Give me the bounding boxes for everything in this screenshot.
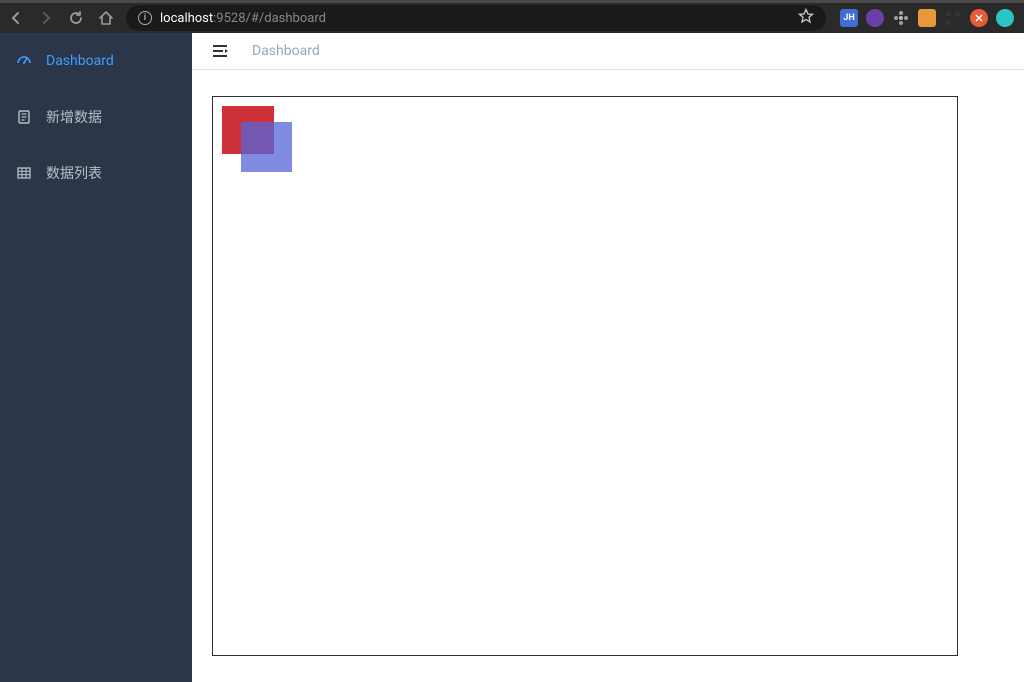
sidebar-item-data-list[interactable]: 数据列表 [0, 145, 192, 201]
sidebar-item-dashboard[interactable]: Dashboard [0, 33, 192, 89]
reload-button[interactable] [66, 8, 86, 28]
form-icon [16, 109, 32, 125]
url-rest: :9528/#/dashboard [213, 11, 326, 26]
extension-jh-icon[interactable]: JH [840, 9, 858, 27]
breadcrumb: Dashboard [252, 43, 320, 59]
extension-red-icon[interactable] [970, 9, 988, 27]
canvas-container [212, 96, 958, 656]
bookmark-star-icon[interactable] [798, 8, 814, 28]
url-host: localhost [160, 11, 213, 26]
sidebar-item-label: 数据列表 [46, 163, 102, 183]
back-button[interactable] [6, 8, 26, 28]
browser-chrome: i localhost:9528/#/dashboard JH [0, 0, 1024, 33]
dashboard-icon [16, 53, 32, 69]
sidebar: Dashboard 新增数据 数据列表 [0, 33, 192, 682]
hamburger-toggle-icon[interactable] [210, 41, 230, 61]
extension-icons: JH [836, 9, 1018, 27]
extension-teal-icon[interactable] [996, 9, 1014, 27]
sidebar-item-label: 新增数据 [46, 107, 102, 127]
home-button[interactable] [96, 8, 116, 28]
extension-orange-icon[interactable] [918, 9, 936, 27]
sidebar-item-new-data[interactable]: 新增数据 [0, 89, 192, 145]
table-icon [16, 165, 32, 181]
site-info-icon[interactable]: i [138, 11, 152, 25]
sidebar-item-label: Dashboard [46, 53, 114, 69]
url-bar[interactable]: i localhost:9528/#/dashboard [126, 5, 826, 31]
blue-square[interactable] [241, 122, 292, 172]
extension-flower-icon[interactable] [892, 9, 910, 27]
app-container: Dashboard 新增数据 数据列表 Das [0, 33, 1024, 682]
topbar: Dashboard [192, 33, 1024, 70]
forward-button[interactable] [36, 8, 56, 28]
url-text: localhost:9528/#/dashboard [160, 11, 326, 26]
main-content: Dashboard [192, 33, 1024, 682]
extension-qr-icon[interactable] [944, 9, 962, 27]
extension-purple-icon[interactable] [866, 9, 884, 27]
content-area [192, 70, 1024, 682]
